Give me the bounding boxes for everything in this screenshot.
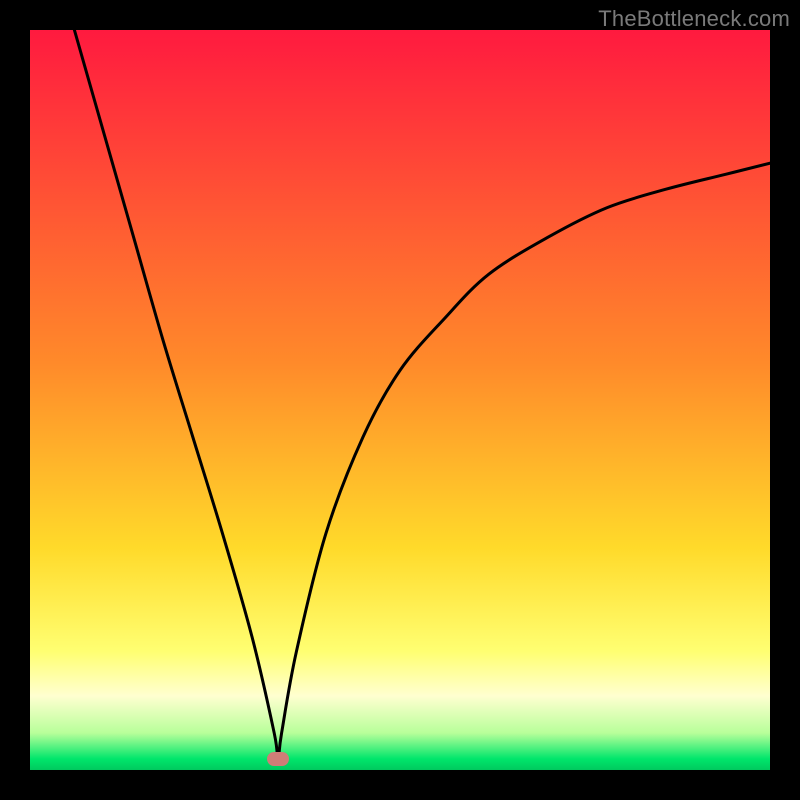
bottleneck-curve bbox=[30, 30, 770, 770]
plot-area bbox=[30, 30, 770, 770]
optimum-marker bbox=[267, 752, 289, 766]
chart-frame: TheBottleneck.com bbox=[0, 0, 800, 800]
watermark-text: TheBottleneck.com bbox=[598, 6, 790, 32]
